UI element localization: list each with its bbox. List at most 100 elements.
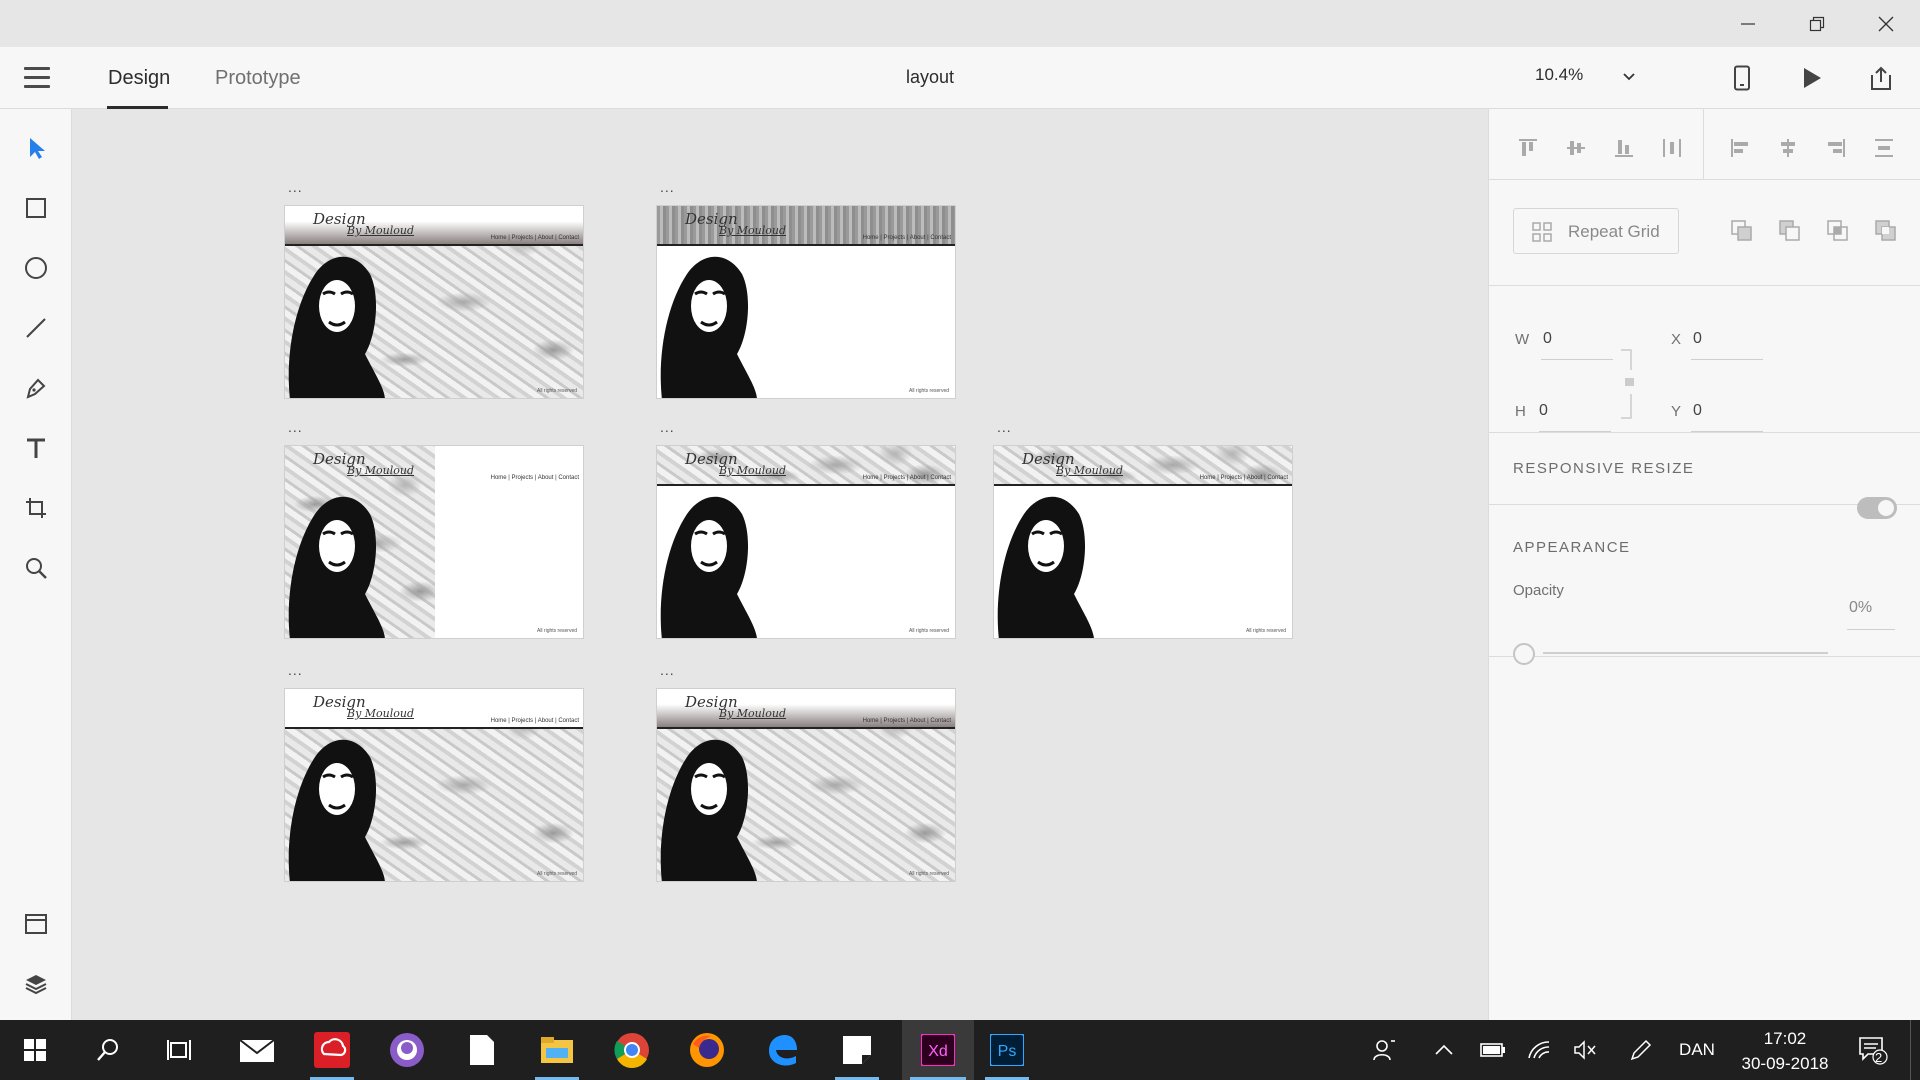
tab-prototype[interactable]: Prototype xyxy=(215,67,301,90)
artboard-menu-dots[interactable]: ... xyxy=(660,420,675,434)
pen-workspace-icon[interactable] xyxy=(1626,1020,1656,1080)
artboard[interactable]: Design By Mouloud Home | Projects | Abou… xyxy=(284,688,584,882)
restore-icon xyxy=(1809,16,1824,31)
line-tool-icon[interactable] xyxy=(20,312,52,344)
align-center-icon[interactable] xyxy=(1775,135,1801,161)
align-middle-icon[interactable] xyxy=(1563,135,1589,161)
align-left-icon[interactable] xyxy=(1727,135,1753,161)
height-field-underline xyxy=(1539,431,1611,432)
wifi-icon[interactable] xyxy=(1524,1020,1554,1080)
portrait-image xyxy=(660,496,757,638)
appearance-label: APPEARANCE xyxy=(1513,539,1631,556)
artboard-footer: All rights reserved xyxy=(1245,628,1286,634)
artboard-tool-icon[interactable] xyxy=(20,492,52,524)
window-titlebar xyxy=(0,0,1920,47)
zoom-dropdown-chevron-icon[interactable] xyxy=(1622,69,1636,87)
hamburger-menu-icon[interactable] xyxy=(24,67,50,89)
photoshop-app-icon[interactable]: Ps xyxy=(977,1020,1037,1080)
width-field[interactable]: 0 xyxy=(1543,330,1552,348)
artboard-header: Design By Mouloud Home | Projects | Abou… xyxy=(657,206,955,246)
property-inspector: Repeat Grid W 0 H 0 X 0 Y 0 RESPONSIVE R… xyxy=(1488,109,1920,1020)
edge-app-icon[interactable] xyxy=(752,1020,812,1080)
lock-aspect-icon[interactable] xyxy=(1619,348,1635,420)
select-tool-icon[interactable] xyxy=(20,132,52,164)
people-icon[interactable] xyxy=(1368,1020,1400,1080)
design-canvas[interactable]: ... Design By Mouloud Home | Projects | … xyxy=(72,109,1488,1020)
play-preview-icon[interactable] xyxy=(1797,63,1827,93)
close-icon xyxy=(1878,16,1893,31)
show-hidden-icons-chevron-icon[interactable] xyxy=(1430,1020,1458,1080)
minimize-button[interactable] xyxy=(1713,0,1782,47)
show-desktop-button[interactable] xyxy=(1910,1020,1920,1080)
opacity-slider-handle[interactable] xyxy=(1513,643,1535,665)
artboard[interactable]: Design By Mouloud Home | Projects | Abou… xyxy=(656,205,956,399)
artboard[interactable]: Design By Mouloud Home | Projects | Abou… xyxy=(284,205,584,399)
artboard-header: Design By Mouloud Home | Projects | Abou… xyxy=(657,446,955,486)
boolean-intersect-icon[interactable] xyxy=(1825,218,1851,244)
artboard-logo-sub: By Mouloud xyxy=(719,464,787,477)
artboard[interactable]: Design By Mouloud Home | Projects | Abou… xyxy=(656,445,956,639)
search-icon[interactable] xyxy=(78,1020,138,1080)
pen-tool-icon[interactable] xyxy=(20,372,52,404)
opacity-slider-track[interactable] xyxy=(1543,652,1828,654)
task-view-icon[interactable] xyxy=(150,1020,210,1080)
text-tool-icon[interactable] xyxy=(20,432,52,464)
sticky-notes-app-icon[interactable] xyxy=(827,1020,887,1080)
artboard-footer: All rights reserved xyxy=(536,388,577,394)
opacity-value-underline xyxy=(1847,629,1895,630)
align-bottom-icon[interactable] xyxy=(1611,135,1637,161)
x-field[interactable]: 0 xyxy=(1693,330,1702,348)
artboard-logo-sub: By Mouloud xyxy=(347,224,415,237)
boolean-subtract-icon[interactable] xyxy=(1777,218,1803,244)
height-field[interactable]: 0 xyxy=(1539,402,1548,420)
artboard-menu-dots[interactable]: ... xyxy=(288,180,303,194)
file-explorer-app-icon[interactable] xyxy=(527,1020,587,1080)
distribute-horizontal-icon[interactable] xyxy=(1659,135,1685,161)
artboard[interactable]: Design By Mouloud Home | Projects | Abou… xyxy=(656,688,956,882)
device-preview-icon[interactable] xyxy=(1727,63,1757,93)
boolean-exclude-icon[interactable] xyxy=(1873,218,1899,244)
align-top-icon[interactable] xyxy=(1515,135,1541,161)
artboard-menu-dots[interactable]: ... xyxy=(288,420,303,434)
align-right-icon[interactable] xyxy=(1823,135,1849,161)
y-field[interactable]: 0 xyxy=(1693,402,1702,420)
portrait-image xyxy=(660,256,757,398)
boolean-add-icon[interactable] xyxy=(1729,218,1755,244)
repeat-grid-button[interactable]: Repeat Grid xyxy=(1513,208,1679,254)
chrome-app-icon[interactable] xyxy=(602,1020,662,1080)
opacity-value[interactable]: 0% xyxy=(1849,599,1872,617)
artboard-menu-dots[interactable]: ... xyxy=(288,663,303,677)
align-section xyxy=(1489,109,1920,180)
adobe-xd-app-icon[interactable]: Xd xyxy=(902,1020,974,1080)
firefox-app-icon[interactable] xyxy=(677,1020,737,1080)
share-icon[interactable] xyxy=(1866,63,1896,93)
github-desktop-app-icon[interactable] xyxy=(377,1020,437,1080)
restore-button[interactable] xyxy=(1782,0,1851,47)
battery-icon[interactable] xyxy=(1478,1020,1508,1080)
windows-start-icon[interactable] xyxy=(5,1020,65,1080)
file-app-icon[interactable] xyxy=(452,1020,512,1080)
mail-app-icon[interactable] xyxy=(227,1020,287,1080)
tab-design[interactable]: Design xyxy=(108,67,170,90)
close-button[interactable] xyxy=(1851,0,1920,47)
rectangle-tool-icon[interactable] xyxy=(20,192,52,224)
distribute-vertical-icon[interactable] xyxy=(1871,135,1897,161)
clock-date: 30-09-2018 xyxy=(1741,1054,1829,1073)
artboard[interactable]: Design By Mouloud Home | Projects | Abou… xyxy=(284,445,584,639)
assets-panel-icon[interactable] xyxy=(20,908,52,940)
artboard-header: Design By Mouloud Home | Projects | Abou… xyxy=(994,446,1292,486)
artboard-menu-dots[interactable]: ... xyxy=(997,420,1012,434)
action-center-icon[interactable]: 2 xyxy=(1852,1020,1894,1080)
zoom-tool-icon[interactable] xyxy=(20,552,52,584)
appearance-section: APPEARANCE Opacity 0% xyxy=(1489,505,1920,657)
artboard-menu-dots[interactable]: ... xyxy=(660,663,675,677)
artboard[interactable]: Design By Mouloud Home | Projects | Abou… xyxy=(993,445,1293,639)
volume-muted-icon[interactable] xyxy=(1570,1020,1600,1080)
system-clock[interactable]: 17:02 30-09-2018 xyxy=(1730,1026,1840,1076)
input-language-indicator[interactable]: DAN xyxy=(1672,1020,1722,1080)
ellipse-tool-icon[interactable] xyxy=(20,252,52,284)
artboard-menu-dots[interactable]: ... xyxy=(660,180,675,194)
creative-cloud-app-icon[interactable] xyxy=(302,1020,362,1080)
artboard-nav: Home | Projects | About | Contact xyxy=(862,475,951,481)
layers-panel-icon[interactable] xyxy=(20,968,52,1000)
